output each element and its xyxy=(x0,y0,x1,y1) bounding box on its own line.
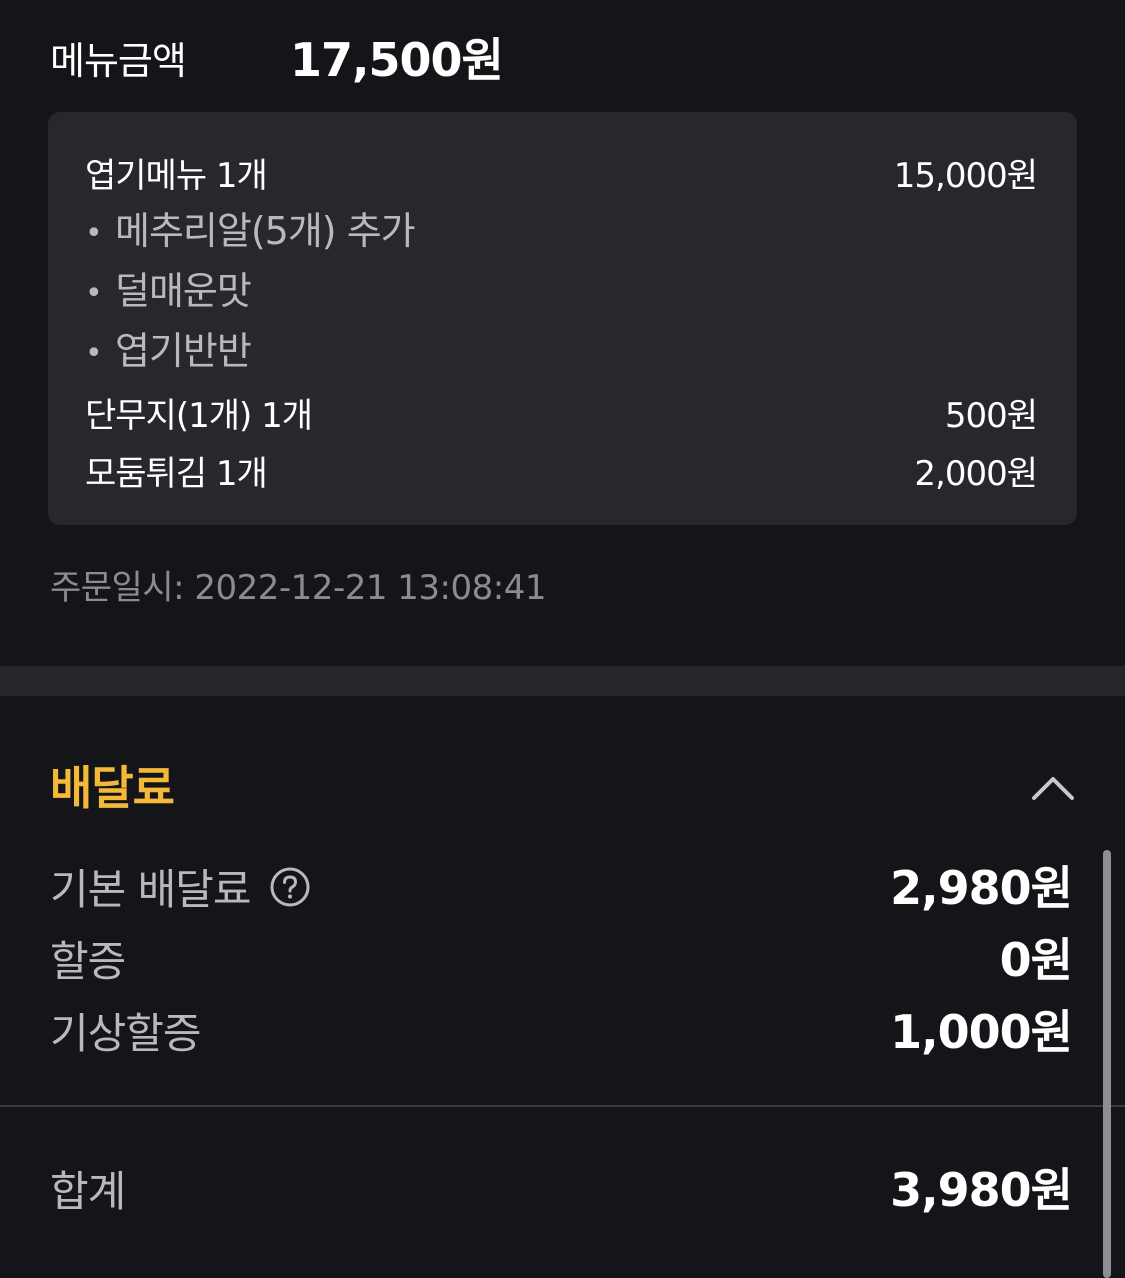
total-divider xyxy=(0,1105,1125,1107)
fee-label: 기상할증 xyxy=(50,1009,202,1058)
order-item-name: 모둠튀김 1개 xyxy=(85,454,268,494)
fee-label: 기본 배달료 xyxy=(50,856,311,917)
order-option: • 메추리알(5개) 추가 xyxy=(85,200,416,253)
fee-label: 할증 xyxy=(50,937,126,986)
order-item: 엽기메뉴 1개 15,000원 xyxy=(85,142,1038,196)
order-item-price: 15,000원 xyxy=(893,156,1038,196)
order-item: 모둠튀김 1개 2,000원 xyxy=(85,440,1038,494)
order-option-text: 메추리알(5개) 추가 xyxy=(115,209,416,253)
total-label: 합계 xyxy=(50,1167,126,1216)
fee-label-text: 기본 배달료 xyxy=(50,865,252,914)
menu-total-row: 메뉴금액 17,500원 xyxy=(50,24,1050,87)
fee-value: 0원 xyxy=(999,933,1073,987)
menu-total-label: 메뉴금액 xyxy=(50,39,187,83)
fee-value: 2,980원 xyxy=(890,861,1073,915)
order-option-text: 엽기반반 xyxy=(115,329,252,373)
bullet-icon: • xyxy=(85,276,103,311)
menu-total-value: 17,500원 xyxy=(290,33,504,87)
order-option: • 엽기반반 xyxy=(85,320,252,373)
order-date: 주문일시: 2022-12-21 13:08:41 xyxy=(50,568,546,608)
order-item: 단무지(1개) 1개 500원 xyxy=(85,382,1038,436)
total-value: 3,980원 xyxy=(890,1163,1073,1217)
order-option-text: 덜매운맛 xyxy=(115,269,252,313)
fee-value: 1,000원 xyxy=(890,1005,1073,1059)
question-circle-icon[interactable] xyxy=(269,866,311,908)
collapse-button[interactable] xyxy=(1028,764,1078,808)
order-item-name: 엽기메뉴 1개 xyxy=(85,156,268,196)
bullet-icon: • xyxy=(85,216,103,251)
bullet-icon: • xyxy=(85,336,103,371)
fee-row-base: 기본 배달료 2,980원 xyxy=(50,852,1073,915)
chevron-up-icon xyxy=(1032,777,1074,800)
section-divider xyxy=(0,666,1125,696)
order-item-name: 단무지(1개) 1개 xyxy=(85,396,313,436)
fee-row-surcharge: 할증 0원 xyxy=(50,924,1073,987)
fee-total-row: 합계 3,980원 xyxy=(50,1154,1073,1217)
order-details-box: 엽기메뉴 1개 15,000원 • 메추리알(5개) 추가 • 덜매운맛 • 엽기반반… xyxy=(48,112,1077,525)
scrollbar[interactable] xyxy=(1103,850,1111,1278)
order-item-price: 2,000원 xyxy=(914,454,1038,494)
order-item-price: 500원 xyxy=(944,396,1038,436)
order-option: • 덜매운맛 xyxy=(85,260,252,313)
fee-row-weather-surcharge: 기상할증 1,000원 xyxy=(50,996,1073,1059)
delivery-fee-title: 배달료 xyxy=(50,761,175,815)
